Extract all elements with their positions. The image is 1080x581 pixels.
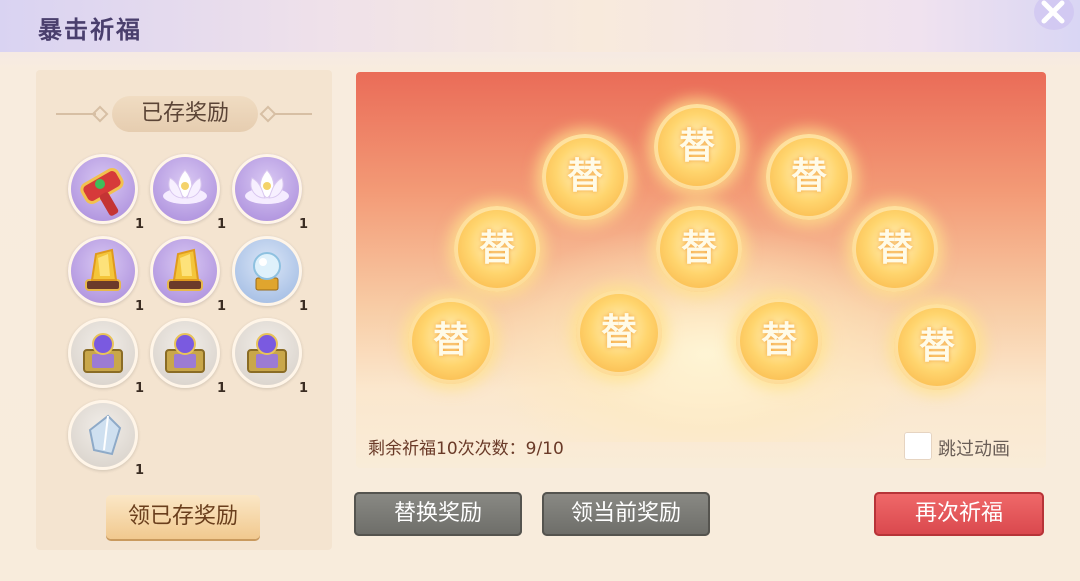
ice-crystal-icon: [88, 414, 122, 456]
close-icon: [1034, 0, 1074, 30]
lotus-icon: [245, 169, 289, 204]
reward-item[interactable]: 1: [232, 236, 308, 314]
header-divider-left: [56, 113, 96, 115]
remaining-blessings-text: 剩余祈福10次次数：9/10: [368, 439, 564, 459]
blessing-coin[interactable]: 替: [656, 206, 742, 292]
item-count: 1: [298, 381, 308, 396]
item-count: 1: [216, 299, 226, 314]
coin-glyph: 替: [678, 126, 715, 167]
blessing-coin[interactable]: 替: [542, 134, 628, 220]
coin-glyph: 替: [790, 156, 827, 197]
item-count: 1: [216, 381, 226, 396]
reward-item[interactable]: 1: [68, 400, 144, 478]
reward-item[interactable]: 1: [150, 236, 226, 314]
reward-item[interactable]: 1: [68, 318, 144, 396]
blessing-coin[interactable]: 替: [454, 206, 540, 292]
blessing-coin[interactable]: 替: [736, 298, 822, 384]
item-count: 1: [298, 299, 308, 314]
blessing-coin[interactable]: 替: [654, 104, 740, 190]
blessing-coin[interactable]: 替: [408, 298, 494, 384]
stored-rewards-title: 已存奖励: [112, 96, 258, 132]
reward-item[interactable]: 1: [150, 318, 226, 396]
coin-glyph: 替: [566, 156, 603, 197]
lotus-icon: [163, 169, 207, 204]
reward-item[interactable]: 1: [232, 154, 308, 232]
hammer-icon: [80, 168, 124, 216]
blessing-panel: 替 替 替 替 替 替 替 替 替 替 剩余祈福10次次数：9/10 跳过动画: [356, 72, 1046, 468]
claim-current-reward-button[interactable]: 领当前奖励: [542, 492, 710, 536]
treasure-chest-icon: [165, 333, 205, 373]
diamond-ornament-icon: [91, 105, 109, 123]
window-title: 暴击祈福: [38, 15, 142, 44]
skip-animation-checkbox[interactable]: [904, 432, 932, 460]
item-count: 1: [134, 463, 144, 478]
item-count: 1: [134, 299, 144, 314]
reward-item[interactable]: 1: [232, 318, 308, 396]
coin-glyph: 替: [600, 312, 637, 353]
item-count: 1: [298, 217, 308, 232]
coin-glyph: 替: [432, 320, 469, 361]
reward-item[interactable]: 1: [68, 236, 144, 314]
bless-again-button[interactable]: 再次祈福: [874, 492, 1044, 536]
reward-item[interactable]: 1: [68, 154, 144, 232]
stored-rewards-panel: 已存奖励 1 1 1 1 1 1 1 1 1 1: [36, 70, 332, 550]
skip-animation-label[interactable]: 跳过动画: [938, 435, 1010, 461]
blessing-coin[interactable]: 替: [894, 304, 980, 390]
close-button[interactable]: [1030, 0, 1074, 34]
coin-glyph: 替: [478, 228, 515, 269]
treasure-chest-icon: [247, 333, 287, 373]
replace-reward-button[interactable]: 替换奖励: [354, 492, 522, 536]
claim-stored-rewards-button[interactable]: 领已存奖励: [106, 495, 260, 539]
item-count: 1: [134, 217, 144, 232]
blessing-coin[interactable]: 替: [852, 206, 938, 292]
blessing-coin[interactable]: 替: [576, 290, 662, 376]
title-bar: [0, 0, 1080, 52]
stored-rewards-header: 已存奖励: [56, 96, 312, 132]
blessing-coin[interactable]: 替: [766, 134, 852, 220]
orb-icon: [253, 252, 281, 291]
coin-glyph: 替: [918, 326, 955, 367]
coin-glyph: 替: [680, 228, 717, 269]
crystal-icon: [167, 248, 203, 291]
reward-item[interactable]: 1: [150, 154, 226, 232]
item-count: 1: [134, 381, 144, 396]
coin-glyph: 替: [760, 320, 797, 361]
header-divider-right: [274, 113, 312, 115]
coin-glyph: 替: [876, 228, 913, 269]
treasure-chest-icon: [83, 333, 123, 373]
crystal-icon: [85, 248, 121, 291]
item-count: 1: [216, 217, 226, 232]
